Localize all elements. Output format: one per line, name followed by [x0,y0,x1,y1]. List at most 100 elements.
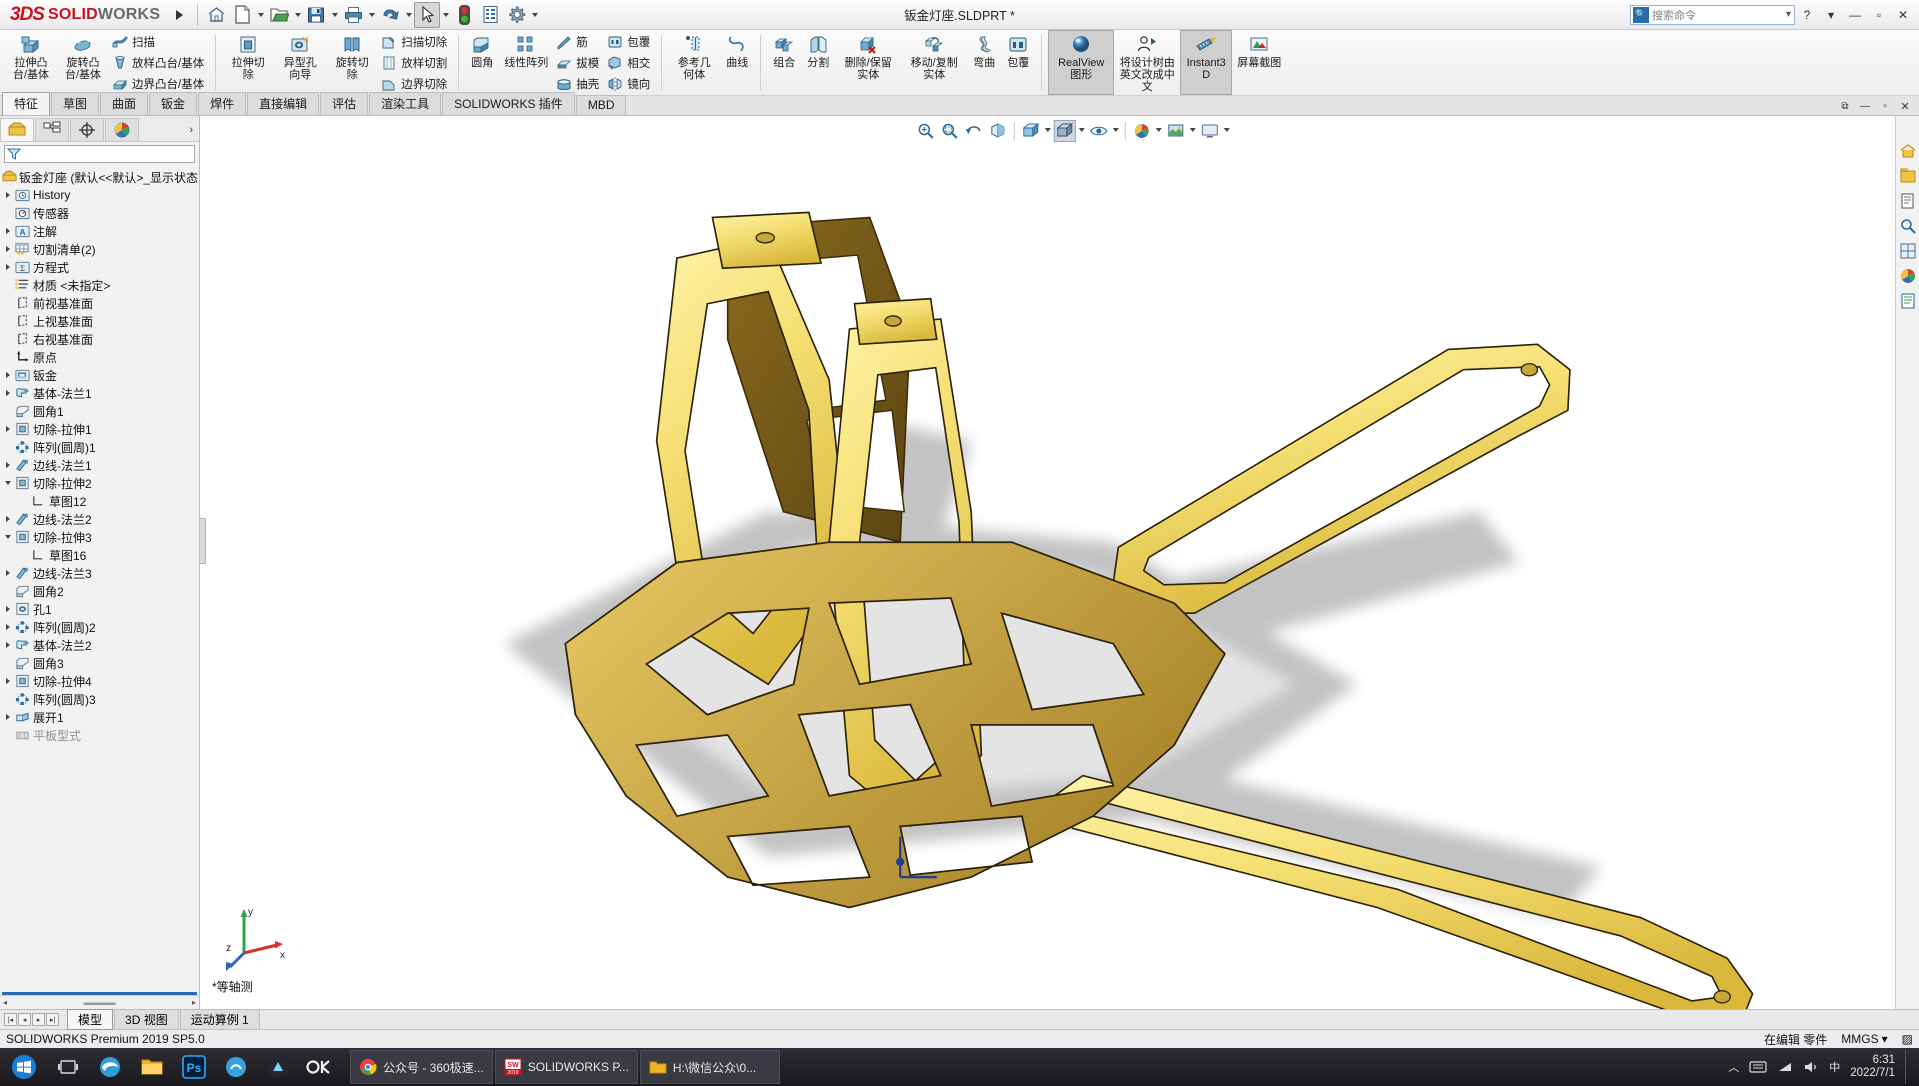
tree-expander[interactable] [2,481,14,485]
tree-expander[interactable] [2,606,14,612]
tree-item-21[interactable]: 边线-法兰3 [0,564,199,582]
tab-features[interactable]: 特征 [2,92,51,115]
tab-nav-next[interactable]: ▸ [32,1013,45,1026]
reference-geometry-button[interactable]: 参考几何体 [668,30,720,95]
boundary-cut-button[interactable]: 边界切除 [378,74,452,94]
doc-close-icon[interactable]: ✕ [1897,99,1913,114]
tree-expander[interactable] [2,192,14,198]
tree-item-15[interactable]: 边线-法兰1 [0,456,199,474]
tree-item-19[interactable]: 切除-拉伸3 [0,528,199,546]
tree-item-9[interactable]: 原点 [0,348,199,366]
bottom-tab-motion-study[interactable]: 运动算例 1 [179,1009,260,1030]
tab-direct-editing[interactable]: 直接编辑 [247,92,320,115]
edge-browser-icon[interactable] [90,1049,130,1085]
task-view-icon[interactable] [48,1049,88,1085]
tree-item-3[interactable]: 切割清单(2) [0,240,199,258]
appearances-icon[interactable] [1899,267,1917,285]
wrap2-button[interactable]: 包覆 [1001,30,1035,95]
property-manager-tab[interactable] [35,118,69,141]
tree-item-12[interactable]: 圆角1 [0,402,199,420]
bottom-tab-model[interactable]: 模型 [67,1009,114,1030]
tab-nav-prev[interactable]: ◂ [18,1013,31,1026]
taskbar-clock[interactable]: 6:31 2022/7/1 [1850,1054,1895,1080]
tab-surfaces[interactable]: 曲面 [100,92,149,115]
tree-expander[interactable] [2,246,14,252]
instant3d-button[interactable]: Instant3D [1180,30,1233,95]
tree-expander[interactable] [2,678,14,684]
doc-restore-icon[interactable]: ⧉ [1837,99,1853,114]
tree-expander[interactable] [2,390,14,396]
status-units-dropdown-icon[interactable]: ▾ [1882,1032,1888,1046]
tree-item-27[interactable]: 切除-拉伸4 [0,672,199,690]
manager-tabs-more-icon[interactable]: › [183,118,199,141]
view-palette-icon[interactable] [1899,242,1917,260]
tree-item-11[interactable]: 基体-法兰1 [0,384,199,402]
tree-expander[interactable] [2,426,14,432]
tree-expander[interactable] [2,462,14,468]
tray-language-icon[interactable]: 中 [1829,1059,1840,1075]
tree-item-17[interactable]: 草图12 [0,492,199,510]
tree-item-18[interactable]: 边线-法兰2 [0,510,199,528]
fillet-button[interactable]: 圆角 [465,30,499,95]
tree-expander[interactable] [2,714,14,720]
tree-expander[interactable] [2,570,14,576]
tab-nav-first[interactable]: |◂ [4,1013,17,1026]
tray-caret-icon[interactable]: ︿ [1728,1059,1739,1075]
tree-item-24[interactable]: 阵列(圆周)2 [0,618,199,636]
custom-properties-icon[interactable] [1899,292,1917,310]
tree-item-1[interactable]: 传感器 [0,204,199,222]
tree-item-22[interactable]: 圆角2 [0,582,199,600]
draft-button[interactable]: 拔模 [553,53,604,73]
tree-item-0[interactable]: History [0,186,199,204]
tree-expander[interactable] [2,516,14,522]
delete-keep-body-button[interactable]: 删除/保留实体 [835,30,901,95]
tree-root-item[interactable]: 钣金灯座 (默认<<默认>_显示状态 1>) [0,168,199,186]
tree-filter-input[interactable] [4,145,195,163]
mirror-button[interactable]: 镜向 [604,74,655,94]
hole-wizard-button[interactable]: 异型孔向导 [274,30,326,95]
tab-mbd[interactable]: MBD [575,95,627,115]
tab-solidworks-addins[interactable]: SOLIDWORKS 插件 [442,92,575,115]
configuration-manager-tab[interactable] [70,118,104,141]
tab-nav-last[interactable]: ▸| [46,1013,59,1026]
windows-start-icon[interactable] [2,1049,46,1085]
split-button[interactable]: 分割 [801,30,835,95]
photoshop-icon[interactable]: Ps [174,1049,214,1085]
tree-item-23[interactable]: 孔1 [0,600,199,618]
tree-item-29[interactable]: 展开1 [0,708,199,726]
screen-capture-button[interactable]: 屏幕截图 [1232,30,1286,95]
ok-app-icon[interactable] [300,1049,340,1085]
tree-expander[interactable] [2,624,14,630]
tree-item-6[interactable]: 前视基准面 [0,294,199,312]
status-resize-grip[interactable]: ▨ [1902,1032,1913,1046]
loft-cut-button[interactable]: 放样切割 [378,53,452,73]
boundary-boss-button[interactable]: 边界凸台/基体 [109,74,209,94]
status-units[interactable]: MMGS ▾ [1841,1032,1887,1046]
realview-button[interactable]: RealView 图形 [1048,30,1115,95]
model-3d-render[interactable] [200,116,1919,1009]
flex-button[interactable]: 弯曲 [967,30,1001,95]
tree-item-5[interactable]: 材质 <未指定> [0,276,199,294]
tab-evaluate[interactable]: 评估 [320,92,369,115]
tree-expander[interactable] [2,264,14,270]
tree-expander[interactable] [2,372,14,378]
tab-weldments[interactable]: 焊件 [198,92,247,115]
loft-boss-button[interactable]: 放样凸台/基体 [109,53,209,73]
home-panel-icon[interactable] [1899,142,1917,160]
intersect-button[interactable]: 相交 [604,53,655,73]
sweep-button[interactable]: 扫描 [109,32,209,52]
revolve-boss-button[interactable]: 旋转凸台/基体 [57,30,109,95]
tree-item-16[interactable]: 切除-拉伸2 [0,474,199,492]
file-explorer-icon[interactable] [1899,192,1917,210]
sweep-cut-button[interactable]: 扫描切除 [378,32,452,52]
tab-render-tools[interactable]: 渲染工具 [369,92,442,115]
tree-item-30[interactable]: 平板型式 [0,726,199,744]
combine-button[interactable]: 组合 [767,30,801,95]
tree-item-2[interactable]: A 注解 [0,222,199,240]
tab-sheetmetal[interactable]: 钣金 [149,92,198,115]
tree-expander[interactable] [2,535,14,539]
tree-item-4[interactable]: Σ 方程式 [0,258,199,276]
curves-button[interactable]: 曲线 [720,30,754,95]
file-explorer-taskbar-icon[interactable] [132,1049,172,1085]
wrap-button[interactable]: 包覆 [604,32,655,52]
